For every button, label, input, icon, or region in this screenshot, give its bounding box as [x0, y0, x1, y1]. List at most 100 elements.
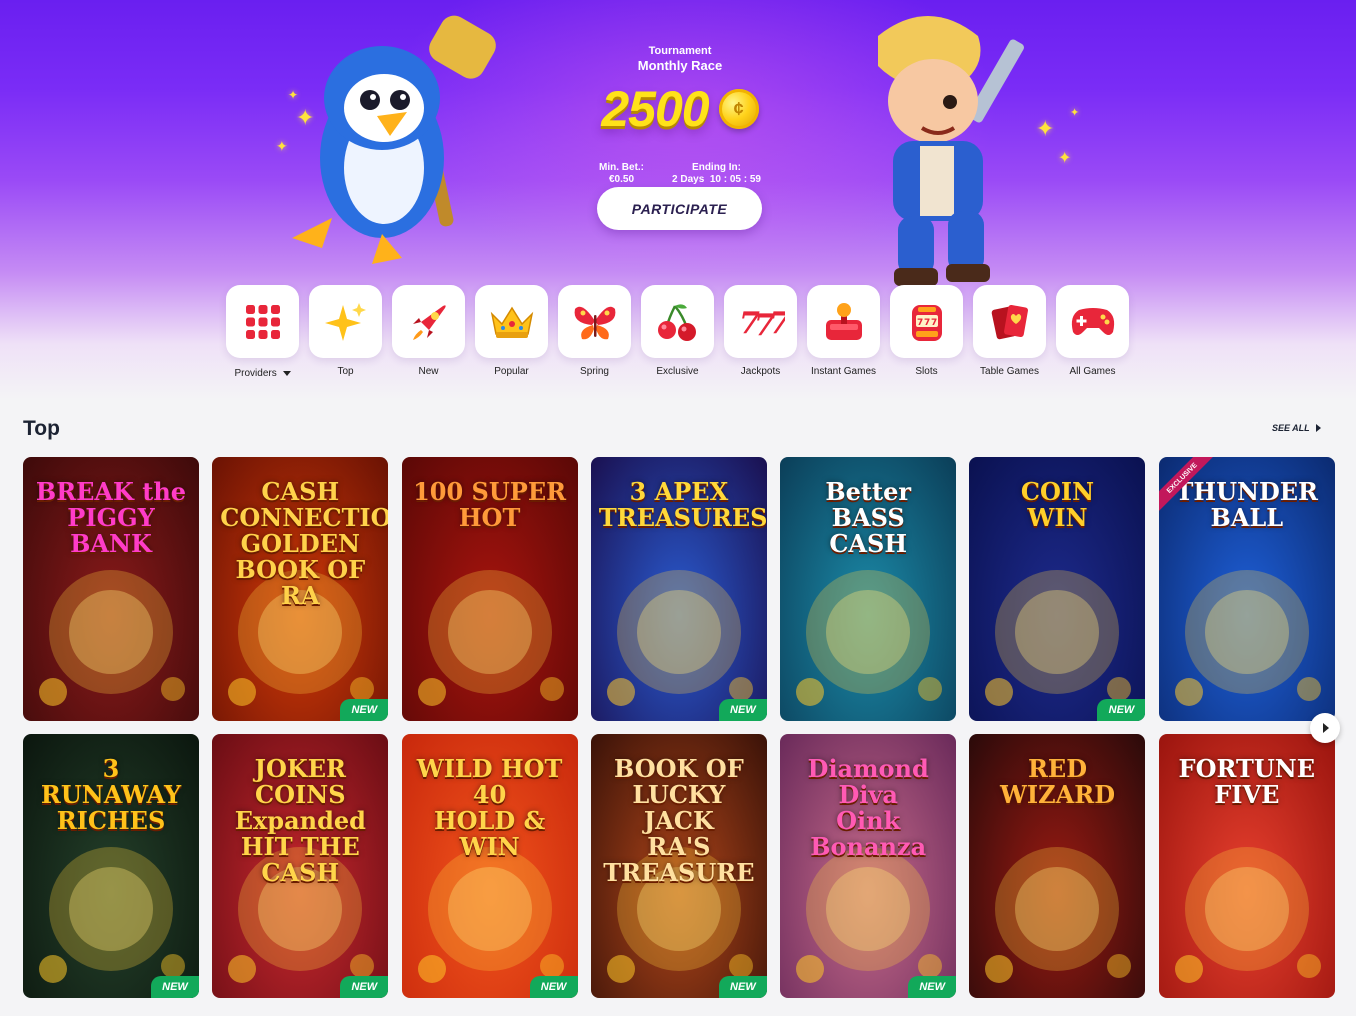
carousel-next-button[interactable]	[1310, 713, 1340, 743]
category-label: Popular	[494, 366, 529, 377]
game-title: Better BASS CASH	[825, 477, 911, 558]
game-card[interactable]: 3 APEX TREASURES NEW	[590, 457, 767, 721]
category-tile[interactable]: 777	[724, 285, 797, 358]
gamepad-icon	[1071, 307, 1114, 335]
category-slots[interactable]: 777 Slots	[890, 285, 963, 379]
new-badge: NEW	[718, 976, 767, 998]
game-title: Diamond Diva Oink Bonanza	[807, 754, 929, 861]
game-card[interactable]: 3 RUNAWAY RICHES NEW	[23, 734, 199, 998]
category-tile[interactable]	[641, 285, 714, 358]
category-tile[interactable]	[973, 285, 1046, 358]
category-exclusive[interactable]: Exclusive	[641, 285, 714, 379]
penguin-character-illustration	[292, 15, 496, 264]
category-nav: Providers Top New Popular Spring Exclusi…	[226, 285, 1129, 379]
game-title: THUNDER BALL	[1175, 477, 1318, 532]
777-icon: 777	[739, 306, 785, 339]
grid-icon	[245, 304, 280, 339]
game-card[interactable]: WILD HOT 40 HOLD & WIN NEW	[401, 734, 578, 998]
category-table-games[interactable]: Table Games	[973, 285, 1046, 379]
see-all-link[interactable]: SEE ALL	[1272, 423, 1321, 433]
game-title: RED WIZARD	[999, 754, 1116, 809]
game-card[interactable]: COIN WIN NEW	[969, 457, 1146, 721]
category-new[interactable]: New	[392, 285, 465, 379]
game-title: COIN WIN	[1020, 477, 1095, 532]
tournament-info: Tournament Monthly Race 2500 ¢ Min. Bet.…	[560, 44, 800, 186]
new-badge: NEW	[908, 976, 957, 998]
category-popular[interactable]: Popular	[475, 285, 548, 379]
chevron-right-icon	[1315, 424, 1321, 432]
category-label: Spring	[580, 366, 609, 377]
category-tile[interactable]	[392, 285, 465, 358]
new-badge: NEW	[1097, 699, 1146, 721]
warrior-character-illustration	[878, 16, 1024, 286]
category-all-games[interactable]: All Games	[1056, 285, 1129, 379]
new-badge: NEW	[529, 976, 578, 998]
category-jackpots[interactable]: 777 Jackpots	[724, 285, 797, 379]
sparkle-icon: ✦	[288, 88, 299, 102]
game-card[interactable]: Diamond Diva Oink Bonanza NEW	[780, 734, 957, 998]
category-label: Providers	[234, 368, 277, 379]
category-tile[interactable]	[309, 285, 382, 358]
svg-text:7: 7	[769, 306, 785, 339]
game-title: 3 APEX TREASURES	[598, 477, 767, 532]
category-tile[interactable]	[558, 285, 631, 358]
category-top[interactable]: Top	[309, 285, 382, 379]
section-title: Top	[23, 417, 60, 440]
rocket-icon	[412, 304, 446, 340]
crown-icon	[490, 306, 533, 338]
game-card[interactable]: THUNDER BALL EXCLUSIVE	[1158, 457, 1335, 721]
category-label: Slots	[915, 366, 938, 377]
category-spring[interactable]: Spring	[558, 285, 631, 379]
category-instant-games[interactable]: Instant Games	[807, 285, 880, 379]
joystick-icon	[825, 302, 862, 340]
svg-text:7: 7	[917, 318, 923, 328]
category-tile[interactable]	[475, 285, 548, 358]
game-card[interactable]: BOOK OF LUCKY JACK RA'S TREASURE NEW	[590, 734, 767, 998]
sparkle-icon	[324, 302, 366, 341]
game-title: CASH CONNECTION GOLDEN BOOK OF RA	[220, 477, 389, 610]
new-badge: NEW	[718, 699, 767, 721]
category-label: Instant Games	[810, 366, 877, 377]
chevron-right-icon	[1323, 723, 1329, 733]
chevron-down-icon	[282, 370, 291, 376]
butterfly-icon	[574, 306, 615, 339]
min-bet-value: €0.50	[609, 174, 635, 185]
game-card[interactable]: FORTUNE FIVE	[1158, 734, 1335, 998]
category-label: All Games	[1069, 366, 1116, 377]
svg-text:7: 7	[931, 318, 937, 328]
cards-icon	[991, 304, 1028, 339]
game-title: WILD HOT 40 HOLD & WIN	[416, 754, 563, 861]
category-label: Top	[337, 366, 354, 377]
min-bet: Min. Bet.: €0.50	[599, 162, 644, 186]
category-label: Jackpots	[740, 366, 781, 377]
category-providers[interactable]: Providers	[226, 285, 299, 379]
sparkle-icon: ✦	[1070, 107, 1080, 119]
category-label: Exclusive	[656, 366, 699, 377]
category-tile[interactable]: 777	[890, 285, 963, 358]
coin-icon: ¢	[718, 89, 759, 129]
ending-in-label: Ending In:	[692, 162, 741, 173]
game-grid: BREAK the PIGGY BANK CASH CONNECTION GOLD…	[23, 457, 1335, 998]
game-title: 100 SUPER HOT	[413, 477, 567, 532]
game-card[interactable]: CASH CONNECTION GOLDEN BOOK OF RA NEW	[212, 457, 389, 721]
game-title: BREAK the PIGGY BANK	[35, 477, 187, 558]
sparkle-icon: ✦	[296, 105, 315, 130]
game-card[interactable]: Better BASS CASH	[780, 457, 957, 721]
game-card[interactable]: JOKER COINS Expanded HIT THE CASH NEW	[212, 734, 389, 998]
game-card[interactable]: 100 SUPER HOT	[401, 457, 578, 721]
game-card[interactable]: RED WIZARD	[969, 734, 1146, 998]
category-tile[interactable]	[807, 285, 880, 358]
new-badge: NEW	[340, 699, 389, 721]
category-tile[interactable]	[1056, 285, 1129, 358]
sparkle-icon: ✦	[276, 138, 288, 154]
game-card[interactable]: BREAK the PIGGY BANK	[23, 457, 199, 721]
game-title: FORTUNE FIVE	[1178, 754, 1316, 809]
participate-button[interactable]: PARTICIPATE	[597, 187, 762, 230]
category-tile[interactable]	[226, 285, 299, 358]
min-bet-label: Min. Bet.:	[599, 162, 645, 173]
slot-machine-icon: 777	[911, 304, 942, 341]
category-label: New	[418, 366, 439, 377]
tournament-label: Tournament	[648, 45, 712, 57]
see-all-label: SEE ALL	[1272, 423, 1310, 433]
sparkle-icon: ✦	[1036, 116, 1055, 141]
